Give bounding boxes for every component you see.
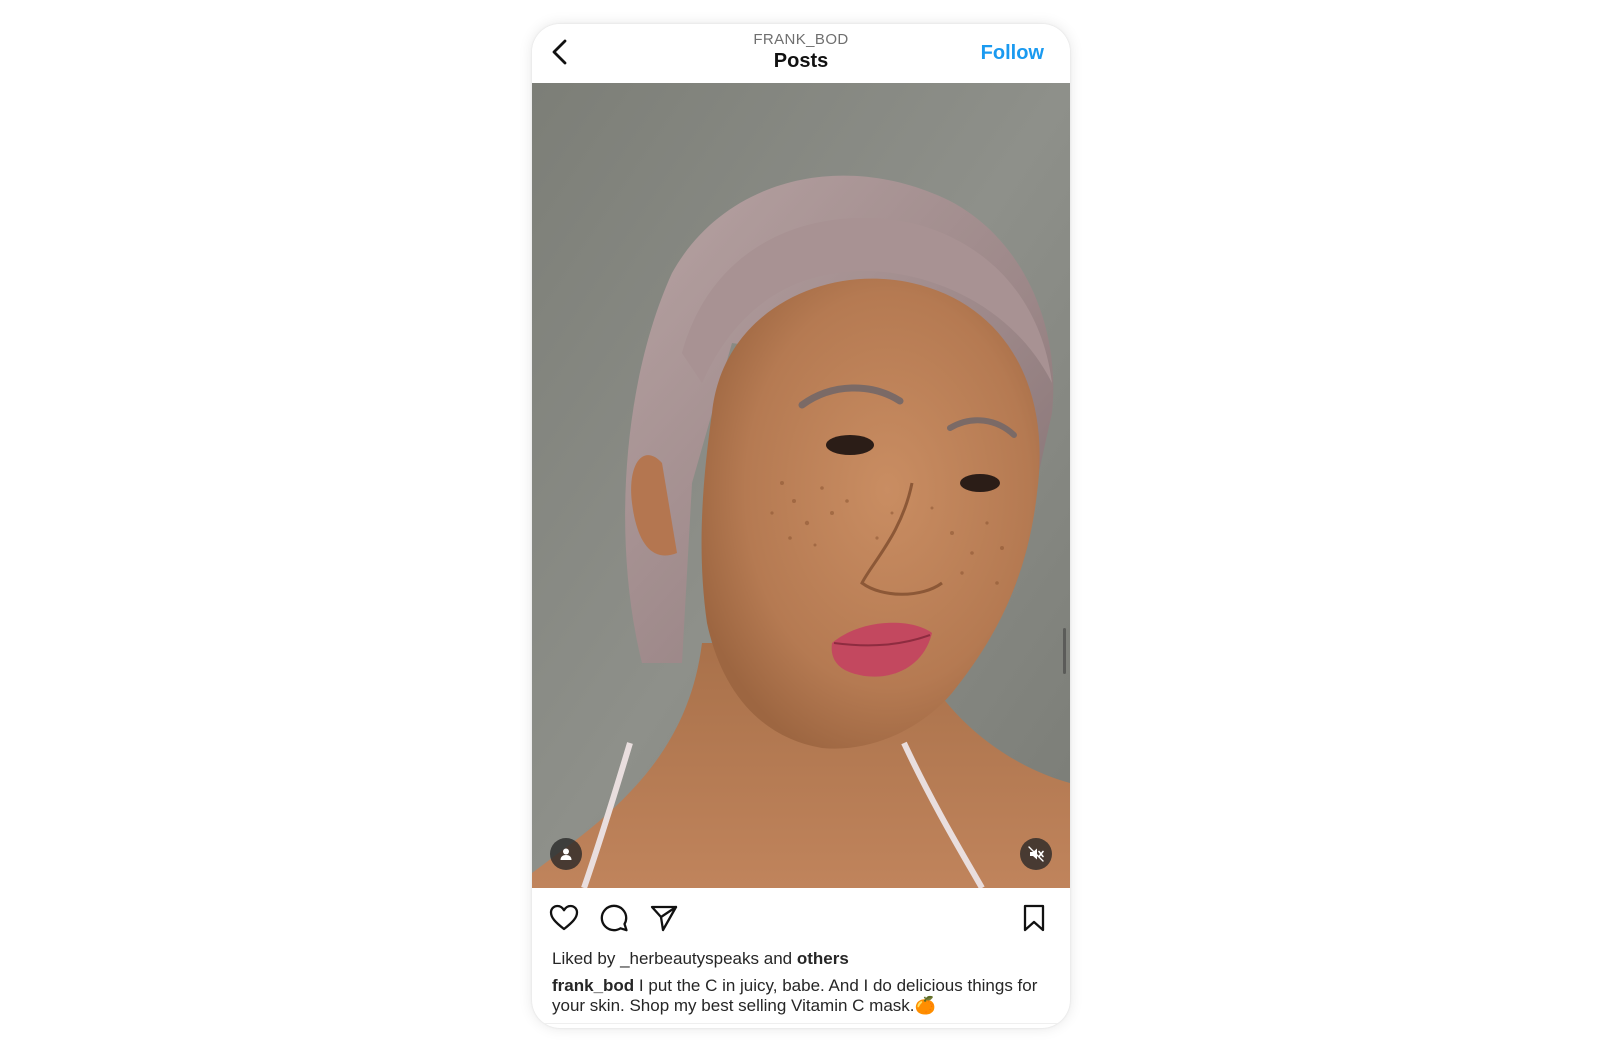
follow-button[interactable]: Follow (981, 42, 1044, 64)
scroll-indicator[interactable] (1063, 628, 1066, 674)
liked-by-and: and (763, 949, 793, 968)
post-media[interactable] (532, 83, 1070, 888)
action-bar (532, 888, 1070, 946)
liked-by-prefix: Liked by (552, 949, 616, 968)
liked-by-user-link[interactable]: _herbeautyspeaks (620, 949, 759, 968)
liked-by-line: Liked by _herbeautyspeaks and others (552, 948, 849, 970)
paper-plane-icon (650, 905, 678, 932)
muted-speaker-icon (1028, 846, 1044, 862)
heart-icon (549, 904, 579, 931)
save-button[interactable] (1018, 902, 1050, 934)
liked-by-others-link[interactable]: others (797, 949, 849, 968)
chevron-left-icon (552, 39, 567, 65)
tag-button[interactable] (550, 838, 582, 870)
caption-author-link[interactable]: frank_bod (552, 976, 634, 995)
comment-bubble-icon (600, 904, 628, 932)
post-photo (532, 83, 1070, 888)
divider (532, 1023, 1070, 1024)
comment-button[interactable] (598, 902, 630, 934)
back-button[interactable] (544, 36, 576, 68)
phone-frame: FRANK_BOD Posts Follow Liked by _herbeau… (532, 24, 1070, 1028)
user-tag-icon (560, 848, 572, 860)
post-caption: frank_bod I put the C in juicy, babe. An… (552, 976, 1052, 1016)
post-header: FRANK_BOD Posts Follow (532, 24, 1070, 83)
bookmark-icon (1023, 904, 1045, 932)
mute-button[interactable] (1020, 838, 1052, 870)
like-button[interactable] (548, 902, 580, 934)
share-button[interactable] (648, 902, 680, 934)
